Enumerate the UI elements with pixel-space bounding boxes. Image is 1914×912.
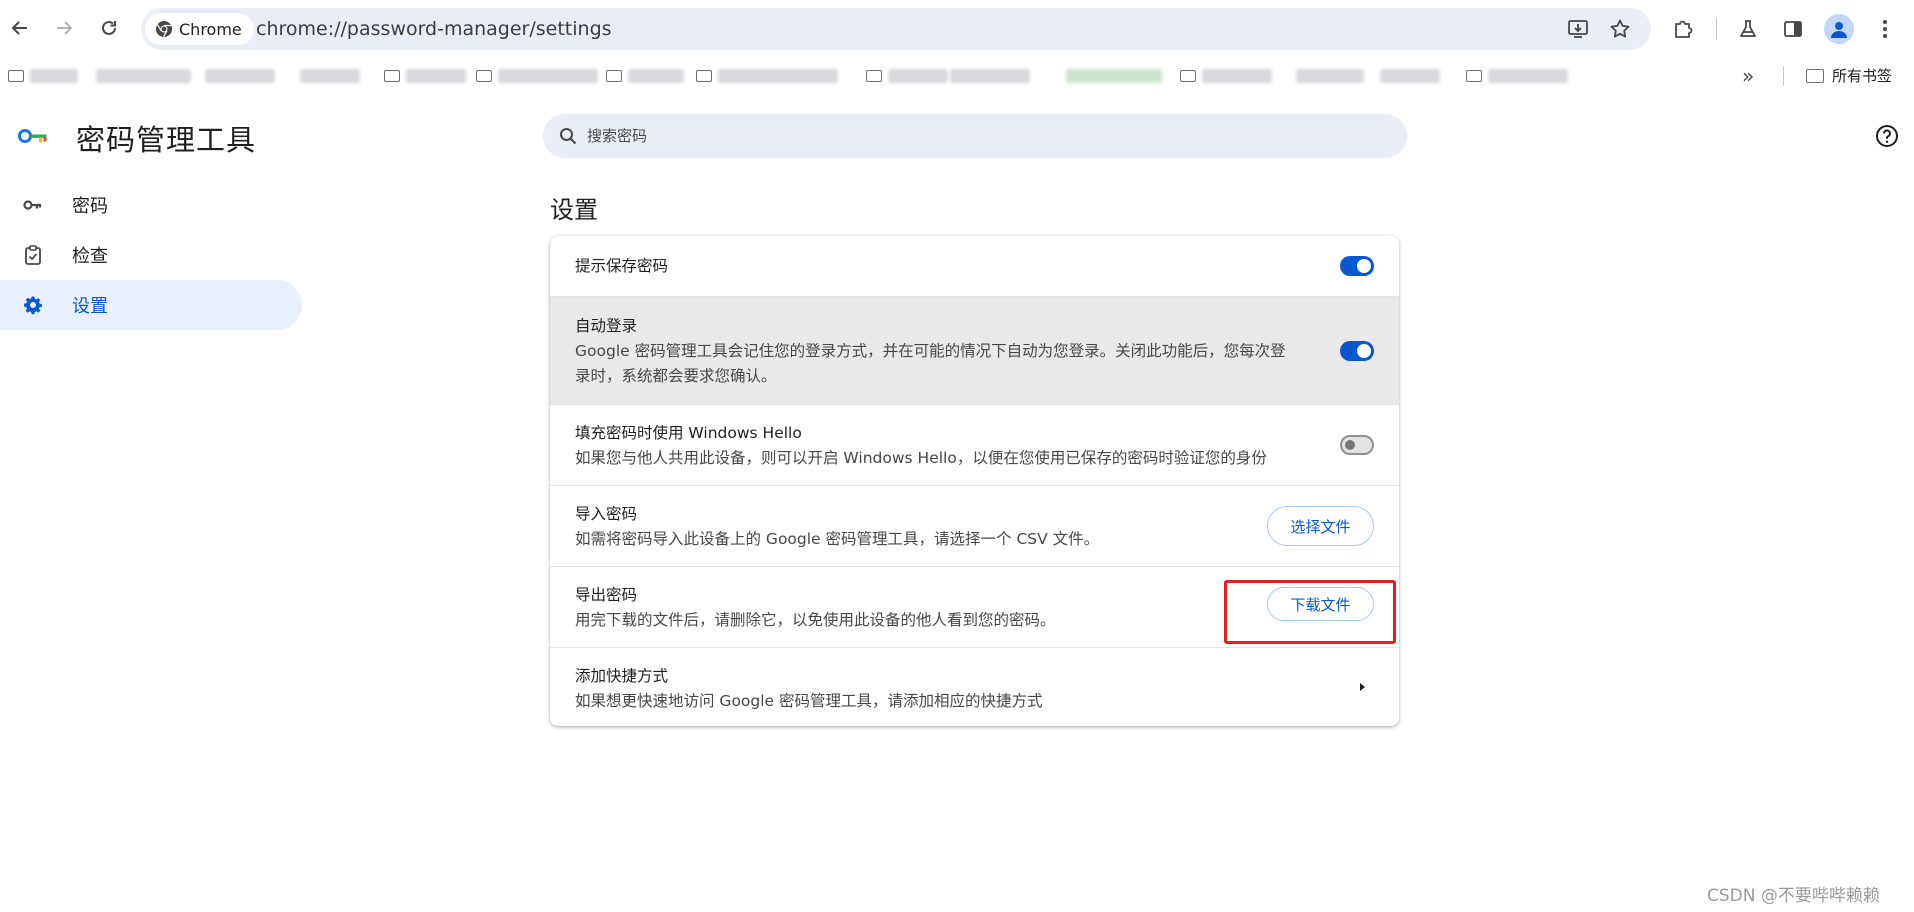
app-title: 密码管理工具	[76, 123, 257, 157]
row-title: 填充密码时使用 Windows Hello	[575, 424, 802, 442]
offer-to-save-row: 提示保存密码	[550, 236, 1399, 296]
help-icon[interactable]	[1875, 124, 1899, 148]
search-icon	[557, 125, 579, 147]
bookmark-item[interactable]	[696, 68, 838, 84]
folder-icon	[866, 70, 882, 82]
address-bar[interactable]: Chrome chrome://password-manager/setting…	[141, 8, 1651, 50]
arrow-right-icon	[1360, 683, 1365, 691]
bookmark-item[interactable]	[1180, 68, 1272, 84]
install-app-icon[interactable]	[1565, 16, 1591, 42]
row-title: 自动登录	[575, 317, 638, 335]
folder-icon	[1466, 70, 1482, 82]
folder-icon	[696, 70, 712, 82]
folder-icon	[1806, 68, 1824, 83]
row-title: 提示保存密码	[575, 257, 669, 275]
bookmark-item[interactable]	[476, 68, 598, 84]
add-shortcut-row[interactable]: 添加快捷方式 如果想更快速地访问 Google 密码管理工具，请添加相应的快捷方…	[550, 647, 1399, 726]
reload-button[interactable]	[92, 11, 126, 45]
folder-icon	[8, 70, 24, 82]
row-description: 如需将密码导入此设备上的 Google 密码管理工具，请选择一个 CSV 文件。	[575, 530, 1100, 548]
person-icon	[1831, 22, 1847, 38]
labs-flask-icon[interactable]	[1733, 14, 1763, 44]
row-title: 导入密码	[575, 505, 638, 523]
search-bar[interactable]	[543, 114, 1407, 158]
import-passwords-row: 导入密码 如需将密码导入此设备上的 Google 密码管理工具，请选择一个 CS…	[550, 485, 1399, 566]
bookmark-item[interactable]	[866, 68, 948, 84]
key-icon	[19, 191, 47, 219]
bookmark-item[interactable]	[205, 68, 275, 84]
back-arrow-icon	[11, 21, 27, 35]
row-description: 如果想更快速地访问 Google 密码管理工具，请添加相应的快捷方式	[575, 692, 1043, 710]
extensions-icon[interactable]	[1668, 14, 1698, 44]
bookmark-item[interactable]	[1066, 68, 1162, 84]
bookmark-item[interactable]	[384, 68, 466, 84]
windows-hello-row: 填充密码时使用 Windows Hello 如果您与他人共用此设备，则可以开启 …	[550, 404, 1399, 485]
row-description: 如果您与他人共用此设备，则可以开启 Windows Hello，以便在您使用已保…	[575, 449, 1267, 467]
highlight-box	[1224, 580, 1396, 644]
bookmark-star-icon[interactable]	[1607, 16, 1633, 42]
profile-avatar[interactable]	[1824, 14, 1854, 44]
toggle-knob	[1357, 344, 1371, 358]
sidebar-item-passwords[interactable]: 密码	[0, 180, 302, 230]
forward-button[interactable]	[47, 11, 81, 45]
chrome-chip[interactable]: Chrome	[145, 13, 254, 45]
folder-icon	[384, 70, 400, 82]
section-title: 设置	[550, 196, 598, 224]
forward-arrow-icon	[57, 21, 73, 35]
bookmark-item[interactable]	[1296, 68, 1364, 84]
toggle-knob	[1357, 259, 1371, 273]
sidebar-item-label: 检查	[72, 246, 108, 267]
sidebar-item-label: 设置	[72, 296, 108, 317]
bookmark-item[interactable]	[1380, 68, 1440, 84]
row-description: 用完下载的文件后，请删除它，以免使用此设备的他人看到您的密码。	[575, 611, 1056, 629]
sidebar-item-settings[interactable]: 设置	[0, 280, 302, 330]
bookmark-item[interactable]	[950, 68, 1030, 84]
search-input[interactable]	[585, 126, 1369, 146]
bookmark-item[interactable]	[96, 68, 191, 84]
chrome-logo-icon	[156, 21, 172, 38]
back-button[interactable]	[3, 11, 37, 45]
bookmarks-bar: » 所有书签	[0, 58, 1914, 94]
auto-signin-toggle[interactable]	[1340, 341, 1374, 361]
bookmark-item[interactable]	[1466, 68, 1568, 84]
sidebar-item-checkup[interactable]: 检查	[0, 230, 302, 280]
toggle-knob	[1345, 440, 1355, 450]
watermark: CSDN @不要哔哔赖赖	[1707, 886, 1880, 906]
side-panel-icon[interactable]	[1778, 14, 1808, 44]
row-description: Google 密码管理工具会记住您的登录方式，并在可能的情况下自动为您登录。关闭…	[575, 342, 1286, 385]
url-text[interactable]: chrome://password-manager/settings	[256, 8, 612, 50]
chrome-chip-label: Chrome	[179, 19, 242, 39]
settings-card: 提示保存密码 自动登录 Google 密码管理工具会记住您的登录方式，并在可能的…	[550, 236, 1399, 726]
bookmark-item[interactable]	[8, 68, 78, 84]
password-manager-logo-icon	[18, 129, 47, 143]
row-title: 导出密码	[575, 586, 638, 604]
all-bookmarks-button[interactable]: 所有书签	[1806, 65, 1892, 86]
folder-icon	[1180, 70, 1196, 82]
toolbar-divider	[1716, 18, 1717, 40]
row-title: 添加快捷方式	[575, 667, 669, 685]
more-menu-icon[interactable]	[1870, 14, 1900, 44]
bookmark-item[interactable]	[606, 68, 684, 84]
windows-hello-toggle[interactable]	[1340, 435, 1374, 455]
select-file-button[interactable]: 选择文件	[1267, 506, 1374, 546]
folder-icon	[606, 70, 622, 82]
bookmarks-overflow-button[interactable]: »	[1742, 64, 1754, 88]
auto-signin-row: 自动登录 Google 密码管理工具会记住您的登录方式，并在可能的情况下自动为您…	[550, 296, 1399, 404]
sidebar-item-label: 密码	[72, 196, 108, 217]
checkup-icon	[19, 241, 47, 269]
offer-to-save-toggle[interactable]	[1340, 256, 1374, 276]
browser-toolbar: Chrome chrome://password-manager/setting…	[0, 0, 1914, 58]
bookmarks-divider	[1783, 66, 1784, 86]
gear-icon	[19, 291, 47, 319]
all-bookmarks-label: 所有书签	[1832, 67, 1893, 85]
bookmark-item[interactable]	[300, 68, 360, 84]
folder-icon	[476, 70, 492, 82]
reload-icon	[102, 20, 116, 35]
